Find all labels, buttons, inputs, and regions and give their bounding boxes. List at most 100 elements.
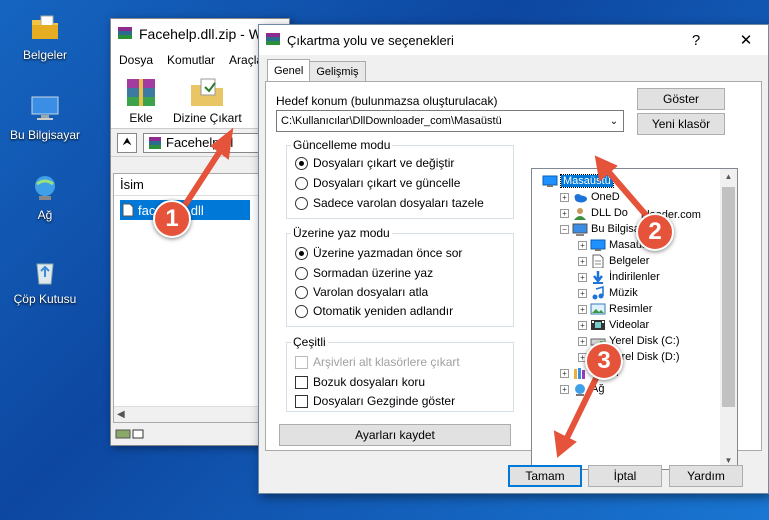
extract-to-icon (191, 78, 224, 106)
radio-extract-update[interactable]: Dosyaları çıkart ve güncelle (295, 176, 460, 190)
radio-label: Varolan dosyaları atla (313, 285, 429, 299)
documents-folder-icon (32, 15, 58, 39)
up-folder-button[interactable]: ⮝ (117, 132, 137, 153)
checkbox[interactable] (295, 394, 308, 408)
desktop-icon-label: Belgeler (22, 48, 68, 62)
expand-icon[interactable]: + (578, 240, 587, 250)
radio-label: Üzerine yazmadan önce sor (313, 246, 463, 260)
checkbox-extract-subfolders[interactable]: Arşivleri alt klasörlere çıkart (295, 355, 460, 369)
help-icon[interactable]: ? (674, 25, 718, 55)
tab-general[interactable]: Genel (267, 59, 311, 81)
radio-button[interactable] (295, 176, 308, 190)
radio-skip-existing[interactable]: Varolan dosyaları atla (295, 285, 428, 299)
chevron-down-icon[interactable]: ⌄ (605, 116, 623, 127)
desktop-icon-this-pc[interactable]: Bu Bilgisayar (0, 92, 90, 142)
tree-node[interactable]: + DLL Do (560, 205, 628, 221)
radio-button[interactable] (295, 196, 308, 210)
tree-node[interactable]: + İndirilenler (578, 269, 660, 285)
tree-node-label: Yerel Disk (C:) (609, 335, 680, 347)
user-icon (574, 208, 586, 220)
expand-icon[interactable]: + (560, 208, 569, 218)
expand-icon[interactable]: + (560, 192, 569, 202)
checkbox[interactable] (295, 375, 308, 389)
winrar-app-icon (118, 27, 132, 39)
music-icon (592, 286, 604, 300)
radio-auto-rename[interactable]: Otomatik yeniden adlandır (295, 304, 453, 318)
extract-to-button[interactable]: Dizine Çıkart (173, 75, 242, 128)
pictures-icon (590, 303, 606, 315)
show-button[interactable]: Göster (637, 88, 725, 110)
tree-node[interactable]: + OneD (560, 189, 620, 205)
expand-icon[interactable]: + (560, 384, 569, 394)
step-marker-3: 3 (585, 342, 623, 380)
expand-icon[interactable]: + (578, 336, 587, 346)
desktop-icon-network[interactable]: Ağ (0, 172, 90, 222)
tree-node[interactable]: + Müzik (578, 285, 638, 301)
checkbox[interactable] (295, 355, 308, 369)
tree-node-label: DLL Do (591, 207, 628, 219)
menu-file[interactable]: Dosya (119, 53, 153, 67)
tree-node-label: OneD (591, 191, 620, 203)
network-icon (575, 384, 585, 396)
tree-node-label: Resimler (609, 303, 653, 315)
radio-overwrite-without-prompt[interactable]: Sormadan üzerine yaz (295, 266, 433, 280)
overwrite-mode-title: Üzerine yaz modu (291, 226, 392, 240)
expand-icon[interactable]: + (578, 320, 587, 330)
tree-node-label: Masaüstü (560, 174, 614, 188)
folder-tree-scrollbar[interactable]: ▲ ▼ (720, 169, 737, 469)
expand-icon[interactable]: + (578, 256, 587, 266)
archive-path-text: Facehelp.dl (166, 135, 234, 150)
radio-ask-before-overwrite[interactable]: Üzerine yazmadan önce sor (295, 246, 462, 260)
dialog-titlebar[interactable]: Çıkartma yolu ve seçenekleri ? ✕ (259, 25, 768, 55)
folder-tree[interactable]: Masaüstü + OneD + DLL Do − Bu Bilgisaya + Masaüs… (531, 168, 738, 470)
cancel-button[interactable]: İptal (588, 465, 662, 487)
ok-button[interactable]: Tamam (508, 465, 582, 487)
extract-to-label: Dizine Çıkart (173, 111, 242, 125)
desktop-icon-recycle-bin[interactable]: Çöp Kutusu (0, 256, 90, 306)
help-button[interactable]: Yardım (669, 465, 743, 487)
radio-button[interactable] (295, 246, 308, 260)
tree-node-label: Videolar (609, 319, 650, 331)
expand-icon[interactable]: + (560, 368, 569, 378)
destination-path-combobox[interactable]: C:\Kullanıcılar\DllDownloader_com\Masaüs… (276, 110, 624, 132)
radio-button[interactable] (295, 285, 308, 299)
checkbox-show-in-explorer[interactable]: Dosyaları Gezginde göster (295, 394, 455, 408)
tree-node[interactable]: + Belgeler (578, 253, 649, 269)
new-folder-button[interactable]: Yeni klasör (637, 113, 725, 135)
scroll-up-icon[interactable]: ▲ (720, 169, 737, 185)
tree-node-label: İndirilenler (609, 271, 660, 283)
expand-icon[interactable]: + (578, 272, 587, 282)
dll-file-icon (122, 203, 134, 217)
desktop-icon-documents[interactable]: Belgeler (0, 12, 90, 62)
add-button[interactable]: Ekle (121, 75, 161, 128)
save-settings-button[interactable]: Ayarları kaydet (279, 424, 511, 446)
collapse-icon[interactable]: − (560, 224, 569, 234)
tree-node[interactable]: + Ağ (560, 381, 604, 397)
radio-label: Sormadan üzerine yaz (313, 266, 434, 280)
radio-extract-replace[interactable]: Dosyaları çıkart ve değiştir (295, 156, 454, 170)
desktop-icon (542, 175, 558, 187)
radio-freshen-existing[interactable]: Sadece varolan dosyaları tazele (295, 196, 484, 210)
radio-button[interactable] (295, 266, 308, 280)
checkbox-keep-broken-files[interactable]: Bozuk dosyaları koru (295, 375, 425, 389)
radio-button[interactable] (295, 156, 308, 170)
update-mode-group: Güncelleme modu Dosyaları çıkart ve deği… (286, 138, 514, 219)
tree-node[interactable]: Masaüstü (542, 173, 614, 189)
misc-title: Çeşitli (291, 335, 328, 349)
winrar-app-icon (266, 33, 280, 45)
general-tab-panel: Hedef konum (bulunmazsa oluşturulacak) C… (265, 81, 762, 470)
tree-node[interactable]: + Resimler (578, 301, 652, 317)
close-icon[interactable]: ✕ (724, 25, 768, 55)
radio-button[interactable] (295, 304, 308, 318)
tab-advanced[interactable]: Gelişmiş (309, 61, 366, 81)
scroll-left-icon[interactable]: ◀ (117, 409, 125, 420)
up-arrow-icon: ⮝ (122, 136, 132, 148)
menu-commands[interactable]: Komutlar (167, 53, 215, 67)
scrollbar-thumb[interactable] (722, 187, 735, 407)
expand-icon[interactable]: + (578, 304, 587, 314)
expand-icon[interactable]: + (578, 288, 587, 298)
desktop-icon-label: Çöp Kutusu (13, 292, 77, 306)
extraction-dialog[interactable]: Çıkartma yolu ve seçenekleri ? ✕ Genel G… (258, 24, 769, 494)
tree-node[interactable]: + Videolar (578, 317, 649, 333)
step-marker-2: 2 (636, 213, 674, 251)
